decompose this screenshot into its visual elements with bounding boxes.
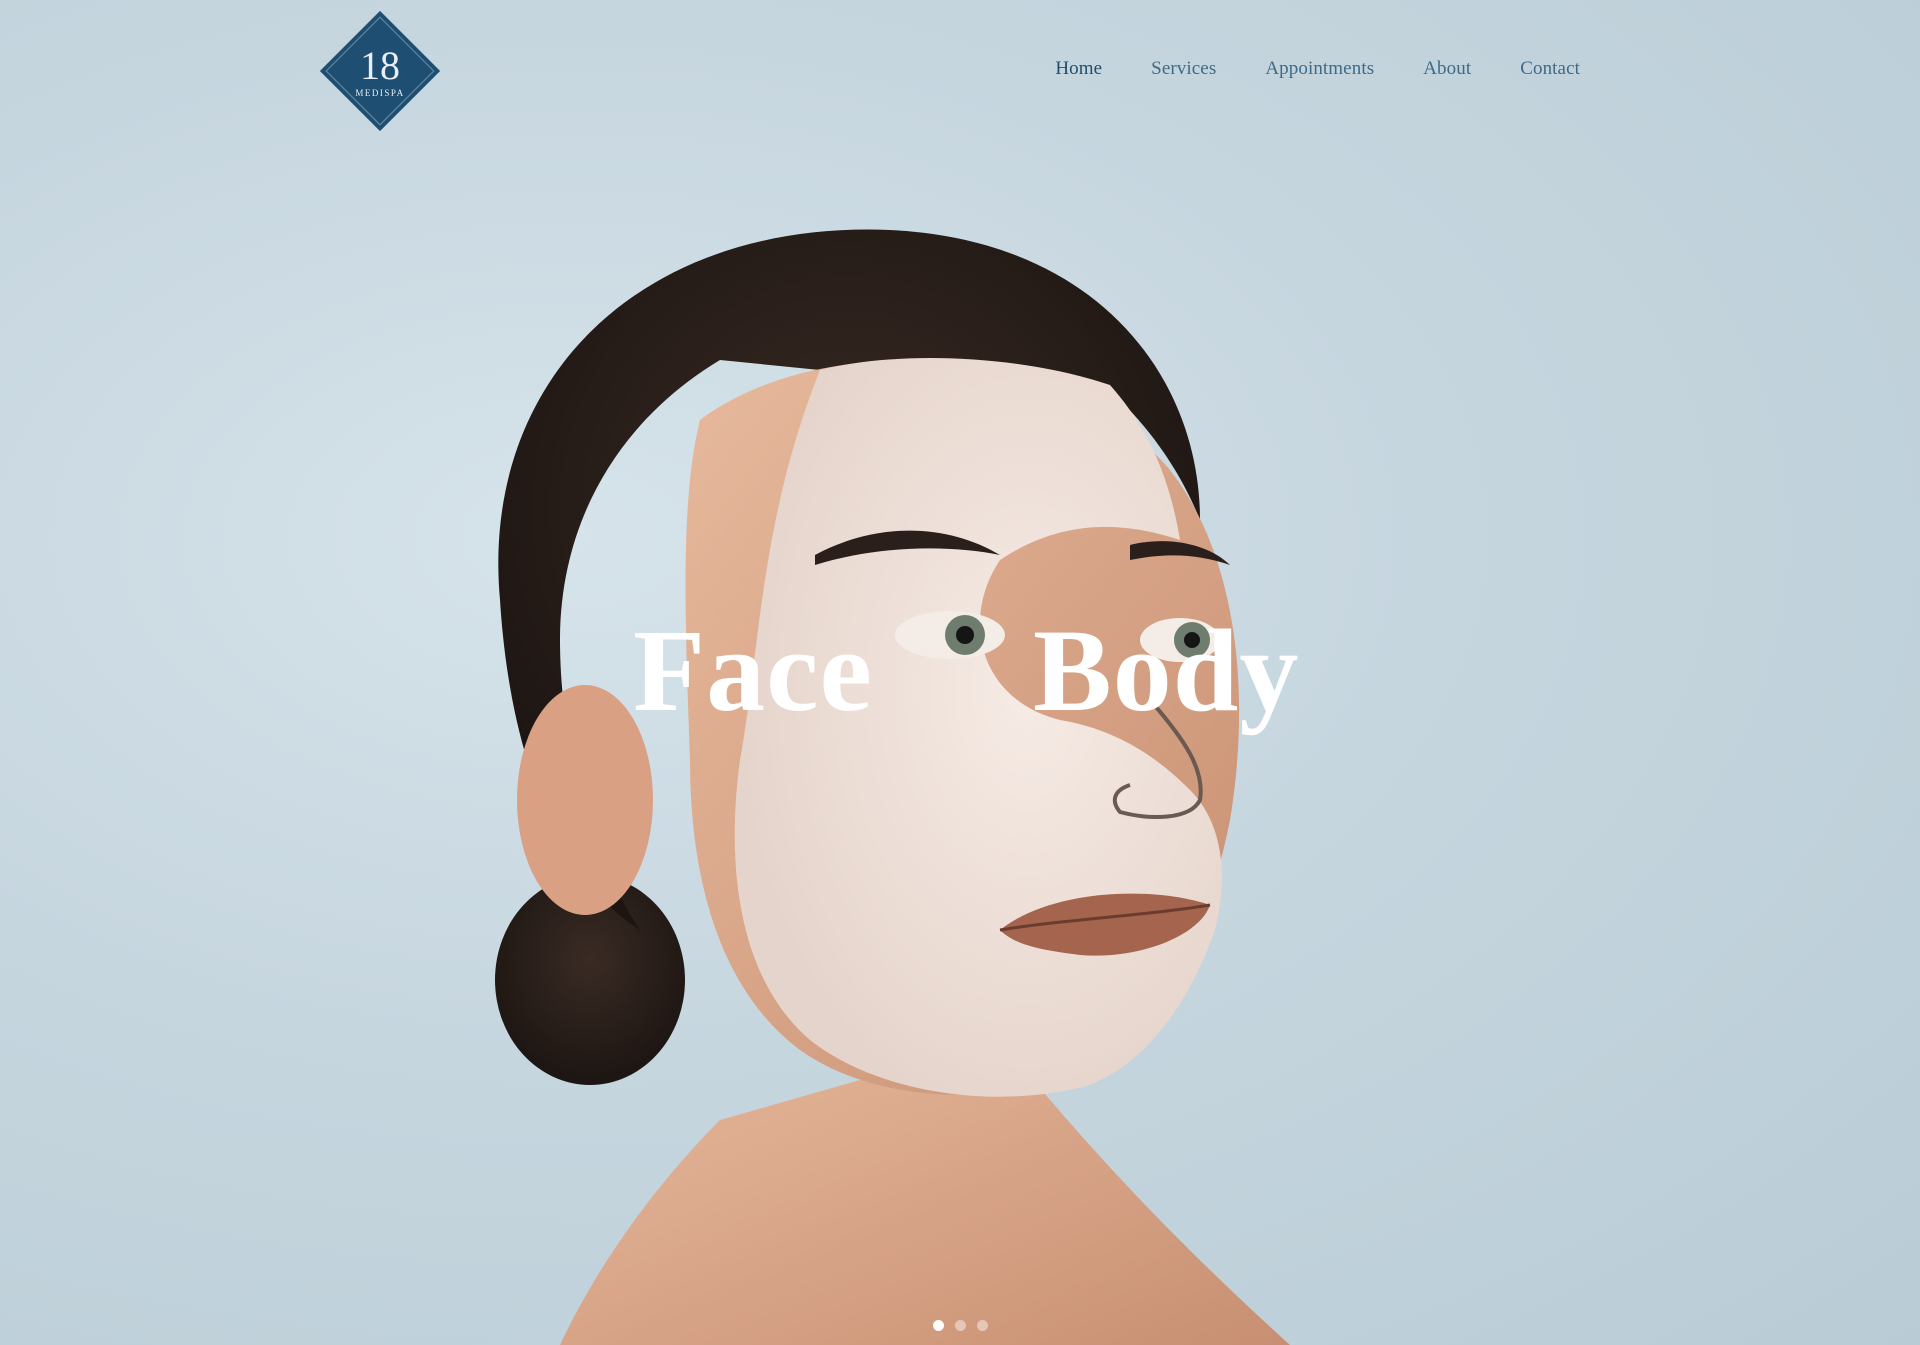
- logo-wordmark: MEDISPA: [355, 88, 404, 98]
- nav-about[interactable]: About: [1423, 58, 1471, 80]
- nav-home[interactable]: Home: [1055, 58, 1102, 80]
- slider-dot-1[interactable]: [932, 1320, 944, 1331]
- site-header: 18 MEDISPA Home Services Appointments Ab…: [0, 0, 1920, 150]
- brand-logo[interactable]: 18 MEDISPA: [320, 11, 440, 131]
- logo-number: 18: [360, 43, 400, 88]
- slider-dot-2[interactable]: [954, 1320, 966, 1331]
- hero-title-body: Body: [1033, 605, 1300, 736]
- logo-diamond-icon: 18 MEDISPA: [320, 11, 440, 131]
- hero-title: Face Body: [0, 612, 1920, 742]
- nav-contact[interactable]: Contact: [1520, 58, 1580, 80]
- main-nav: Home Services Appointments About Contact: [1006, 58, 1580, 80]
- hero-title-face: Face: [633, 605, 873, 736]
- nav-services[interactable]: Services: [1151, 58, 1216, 80]
- nav-appointments[interactable]: Appointments: [1265, 58, 1374, 80]
- page: 18 MEDISPA Home Services Appointments Ab…: [0, 0, 1920, 1345]
- slider-dot-3[interactable]: [976, 1320, 988, 1331]
- slider-pagination: [0, 1320, 1920, 1331]
